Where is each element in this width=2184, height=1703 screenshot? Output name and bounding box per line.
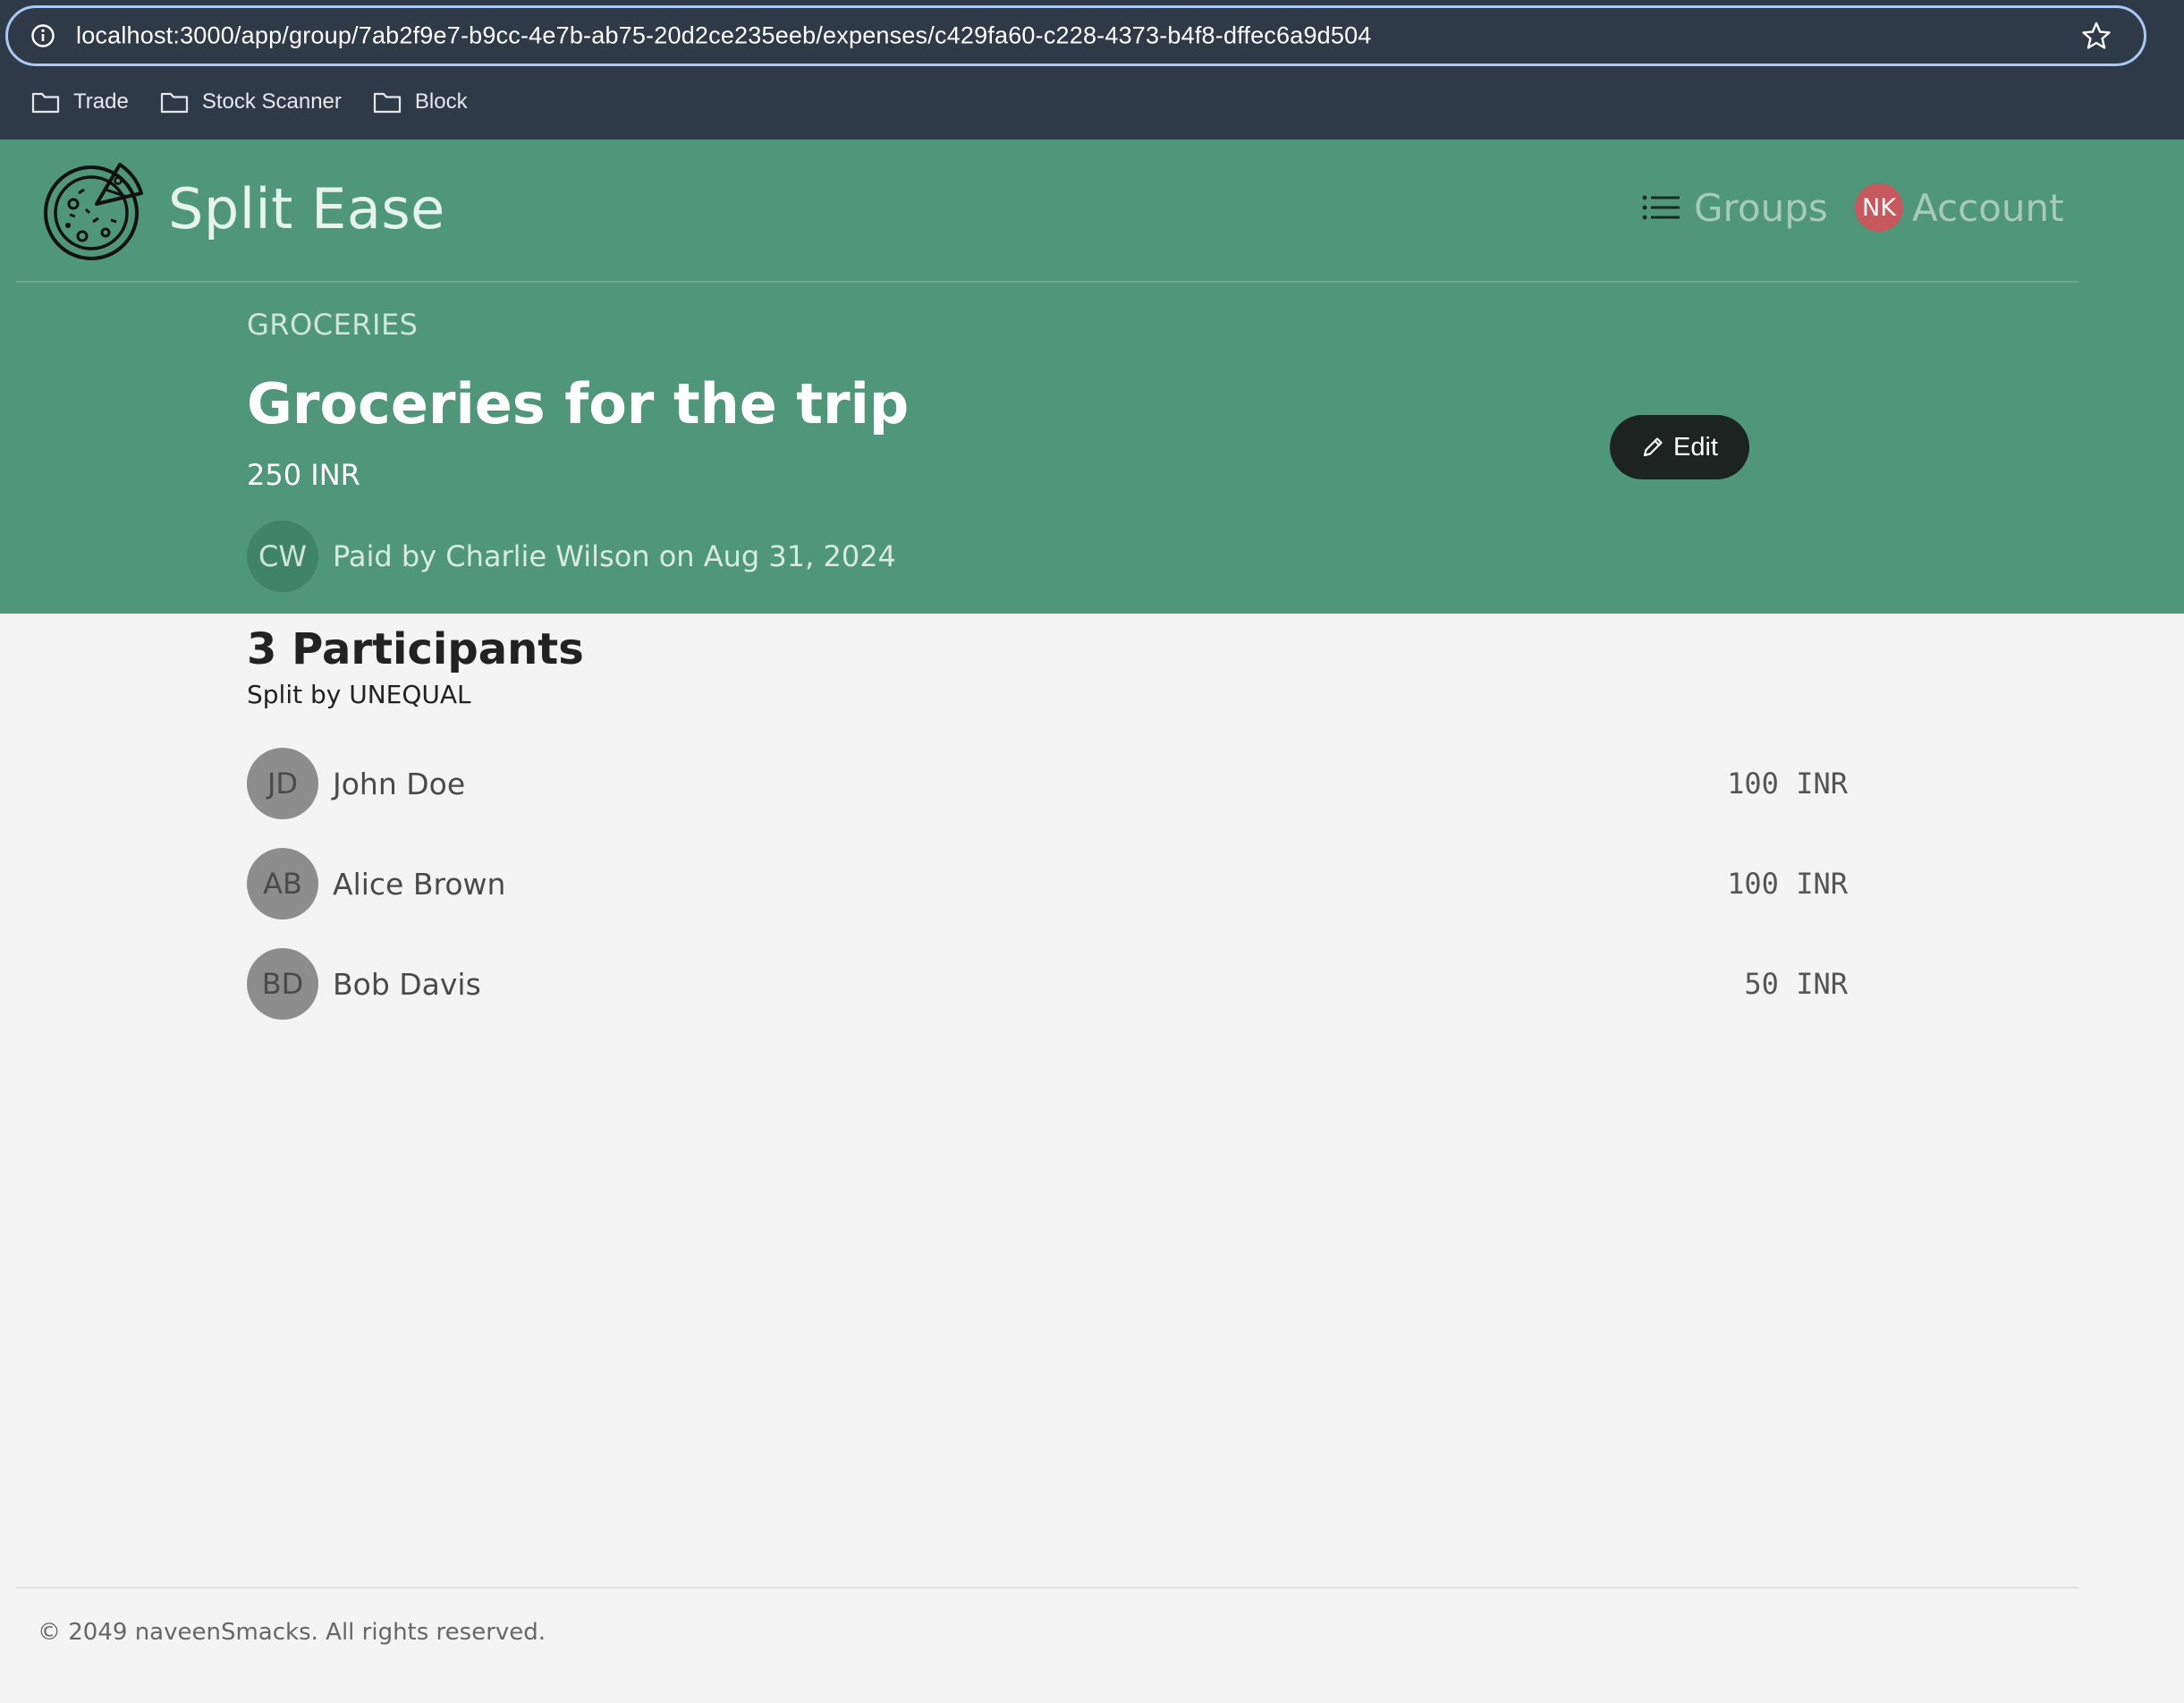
footer-copyright: © 2049 naveenSmacks. All rights reserved… (38, 1619, 546, 1646)
split-type: Split by UNEQUAL (247, 680, 471, 709)
folder-icon (31, 92, 60, 114)
folder-icon (160, 92, 188, 114)
brand-name[interactable]: Split Ease (168, 175, 445, 243)
info-icon[interactable] (30, 22, 56, 49)
edit-button-label: Edit (1673, 432, 1718, 462)
address-url[interactable]: localhost:3000/app/group/7ab2f9e7-b9cc-4… (76, 22, 1372, 50)
expense-category: GROCERIES (247, 308, 419, 342)
nav-account-link[interactable]: NK Account (1855, 181, 2064, 234)
page-title: Groceries for the trip (247, 371, 910, 436)
participant-name: Bob Davis (333, 966, 481, 1002)
participants-title: 3 Participants (247, 624, 584, 674)
bookmark-block[interactable]: Block (372, 89, 468, 115)
nav-groups-link[interactable]: Groups (1642, 181, 1828, 234)
browser-toolbar: localhost:3000/app/group/7ab2f9e7-b9cc-4… (0, 0, 2184, 140)
nav-account-label: Account (1912, 185, 2064, 230)
star-icon[interactable] (2081, 21, 2112, 51)
expense-amount: 250 INR (247, 458, 360, 492)
divider (16, 281, 2078, 283)
list-item: AB Alice Brown 100 INR (247, 848, 1848, 919)
pizza-icon[interactable] (43, 157, 147, 261)
list-item: BD Bob Davis 50 INR (247, 948, 1848, 1020)
avatar: BD (247, 948, 318, 1020)
participant-amount: 50 INR (1744, 967, 1848, 1001)
participant-amount: 100 INR (1727, 867, 1848, 901)
divider (16, 1587, 2078, 1589)
list-icon (1642, 195, 1680, 220)
bookmark-label: Trade (73, 89, 129, 114)
participant-amount: 100 INR (1727, 767, 1848, 801)
paid-by-text: Paid by Charlie Wilson on Aug 31, 2024 (333, 539, 896, 573)
bookmarks-bar: Trade Stock Scanner Block (0, 79, 2184, 125)
bookmark-label: Block (414, 89, 468, 114)
bookmark-stock-scanner[interactable]: Stock Scanner (159, 89, 342, 115)
participant-name: Alice Brown (333, 866, 506, 902)
expense-header: Split Ease Groups NK Account GROCERIES G… (0, 140, 2184, 614)
folder-icon (373, 92, 402, 114)
bookmark-trade[interactable]: Trade (30, 89, 129, 115)
avatar: CW (247, 521, 318, 592)
nav-groups-label: Groups (1694, 185, 1828, 230)
pencil-icon (1643, 437, 1663, 457)
edit-button[interactable]: Edit (1610, 415, 1749, 479)
avatar: NK (1855, 183, 1903, 232)
address-bar[interactable]: localhost:3000/app/group/7ab2f9e7-b9cc-4… (5, 5, 2146, 66)
participant-name: John Doe (333, 766, 466, 801)
avatar: JD (247, 748, 318, 819)
avatar: AB (247, 848, 318, 919)
bookmark-label: Stock Scanner (201, 89, 342, 114)
paid-by-row: CW Paid by Charlie Wilson on Aug 31, 202… (247, 521, 896, 592)
list-item: JD John Doe 100 INR (247, 748, 1848, 819)
